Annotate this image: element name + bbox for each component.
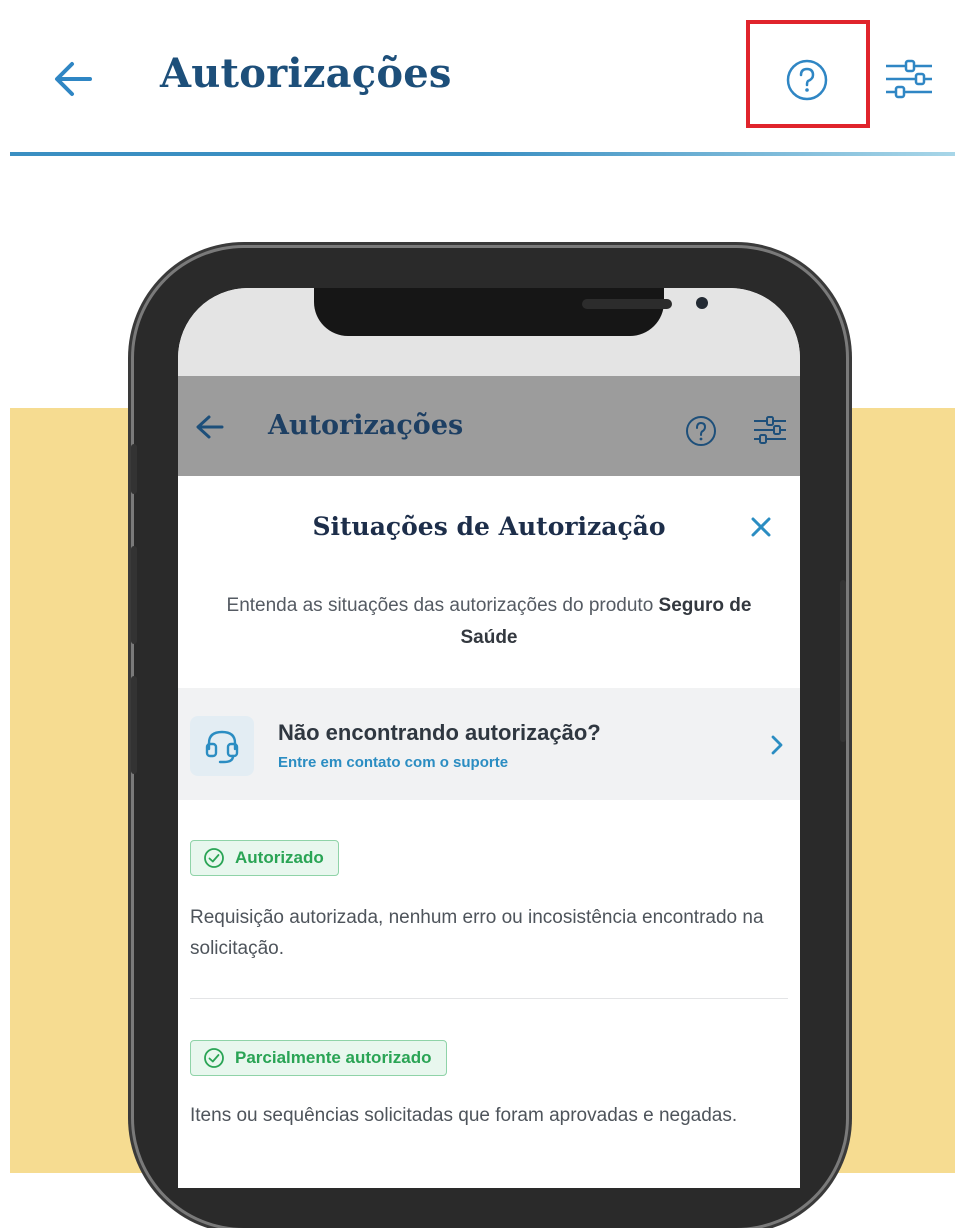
- app-filter-sliders-icon[interactable]: [752, 414, 788, 446]
- phone-notch: [314, 288, 708, 336]
- support-icon-box: [190, 716, 254, 776]
- status-badge-autorizado: Autorizado: [190, 840, 339, 876]
- header-divider: [10, 152, 955, 156]
- modal-subtitle: Entenda as situações das autorizações do…: [218, 590, 760, 654]
- modal-title: Situações de Autorização: [312, 512, 666, 541]
- support-card[interactable]: Não encontrando autorização? Entre em co…: [178, 688, 800, 800]
- page-title: Autorizações: [160, 50, 452, 97]
- modal-subtitle-text: Entenda as situações das autorizações do…: [226, 595, 654, 616]
- app-title: Autorizações: [268, 410, 464, 441]
- phone-volume-down: [131, 676, 137, 774]
- status-description: Itens ou sequências solicitadas que fora…: [190, 1105, 738, 1126]
- status-badge-parcialmente-autorizado: Parcialmente autorizado: [190, 1040, 447, 1076]
- top-header: Autorizações: [0, 0, 955, 158]
- status-description: Requisição autorizada, nenhum erro ou in…: [190, 907, 764, 959]
- phone-screen: Autorizações Situações de Autorização En…: [178, 288, 800, 1188]
- section-divider: [190, 998, 788, 999]
- help-icon[interactable]: [783, 56, 831, 104]
- app-help-icon[interactable]: [684, 414, 718, 448]
- app-header: Autorizações: [178, 376, 800, 476]
- phone-volume-up: [131, 546, 137, 644]
- check-circle-icon: [204, 1048, 224, 1068]
- status-label: Parcialmente autorizado: [235, 1048, 432, 1067]
- app-back-arrow-icon[interactable]: [194, 412, 226, 442]
- back-arrow-icon[interactable]: [50, 56, 96, 102]
- check-circle-icon: [204, 848, 224, 868]
- status-label: Autorizado: [235, 848, 324, 867]
- chevron-right-icon[interactable]: [770, 734, 784, 756]
- support-title: Não encontrando autorização?: [278, 720, 601, 745]
- phone-power-button: [840, 580, 846, 742]
- front-camera: [696, 297, 708, 309]
- support-contact-link[interactable]: Entre em contato com o suporte: [278, 754, 508, 771]
- speaker-grille: [582, 299, 672, 309]
- filter-sliders-icon[interactable]: [884, 56, 934, 102]
- close-icon[interactable]: [748, 514, 774, 540]
- headset-icon: [205, 730, 239, 764]
- phone-side-button: [131, 444, 137, 494]
